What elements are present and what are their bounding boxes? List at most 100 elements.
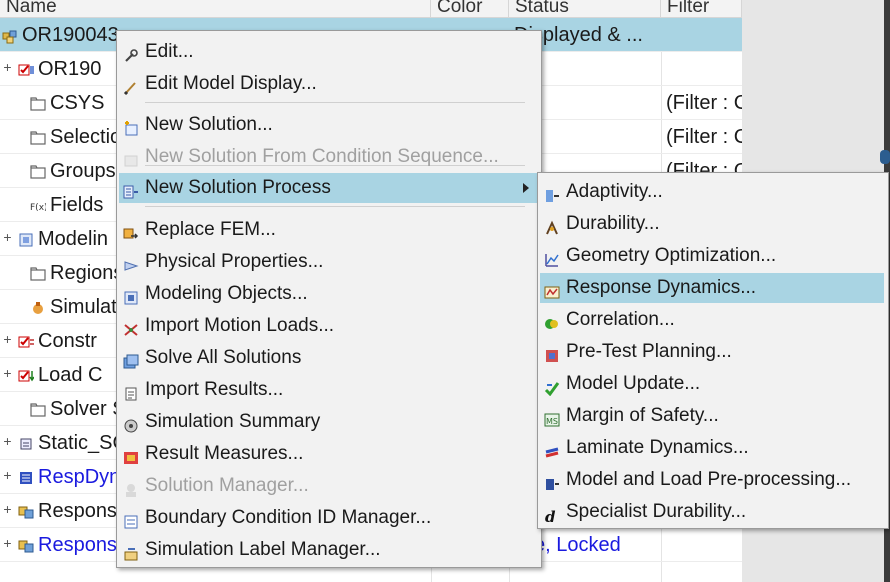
physical-properties-icon xyxy=(123,254,139,271)
menu-item-modeling-objects[interactable]: Modeling Objects... xyxy=(119,279,537,309)
adaptivity-icon xyxy=(544,184,560,202)
folder-icon xyxy=(30,163,46,179)
menu-item-label: New Solution From Condition Sequence... xyxy=(145,146,499,167)
margin-of-safety-icon: MS xyxy=(544,408,560,427)
submenu-item-adaptivity[interactable]: Adaptivity... xyxy=(540,177,884,207)
folder-icon xyxy=(30,129,46,145)
expand-toggle-icon[interactable]: + xyxy=(2,434,13,448)
solve-all-icon xyxy=(123,350,139,369)
respdyn-icon xyxy=(18,469,34,485)
response-icon xyxy=(18,503,34,519)
summary-icon xyxy=(123,414,139,433)
submenu-item-label: Durability... xyxy=(566,213,660,234)
response-dynamics-icon xyxy=(544,280,560,299)
new-solution-process-submenu: Adaptivity... Durability... Geometry Optim… xyxy=(537,172,889,529)
column-header-color-label: Color xyxy=(437,0,483,17)
expand-toggle-icon[interactable]: + xyxy=(2,502,13,516)
menu-item-replace-fem[interactable]: Replace FEM... xyxy=(119,215,537,245)
svg-text:F(x): F(x) xyxy=(30,203,46,213)
menu-item-label: Import Results... xyxy=(145,379,284,400)
submenu-item-label: Specialist Durability... xyxy=(566,501,747,522)
correlation-icon xyxy=(544,312,560,329)
menu-item-label: New Solution... xyxy=(145,114,273,135)
submenu-arrow-icon xyxy=(523,183,529,193)
expand-toggle-icon[interactable]: + xyxy=(2,468,13,482)
simulation-icon xyxy=(30,299,46,315)
column-header-status[interactable]: Status xyxy=(509,0,661,18)
expand-toggle-icon[interactable]: + xyxy=(2,60,13,74)
solution-icon xyxy=(18,435,34,451)
folder-icon xyxy=(30,265,46,281)
submenu-item-model-update[interactable]: Model Update... xyxy=(540,369,884,399)
expand-toggle-icon[interactable]: + xyxy=(2,366,13,380)
solution-manager-icon xyxy=(123,478,139,497)
fields-icon: F(x) xyxy=(30,197,48,213)
fem-checkbox-icon xyxy=(18,61,34,77)
pre-test-planning-icon xyxy=(544,344,560,362)
menu-item-simulation-label-manager[interactable]: Simulation Label Manager... xyxy=(119,535,537,565)
tree-row-name: RespDyn xyxy=(38,466,121,488)
menu-item-new-solution[interactable]: New Solution... xyxy=(119,110,537,140)
submenu-item-specialist-durability[interactable]: d Specialist Durability... xyxy=(540,497,884,527)
submenu-item-label: Model Update... xyxy=(566,373,701,394)
column-header-filter[interactable]: Filter xyxy=(661,0,742,18)
column-header-name-label: Name xyxy=(6,0,57,17)
submenu-item-durability[interactable]: Durability... xyxy=(540,209,884,239)
submenu-item-geometry-optimization[interactable]: Geometry Optimization... xyxy=(540,241,884,271)
submenu-item-laminate-dynamics[interactable]: Laminate Dynamics... xyxy=(540,433,884,463)
menu-item-boundary-condition-id-manager[interactable]: Boundary Condition ID Manager... xyxy=(119,503,537,533)
axis-triad-icon xyxy=(880,150,890,164)
menu-item-solve-all-solutions[interactable]: Solve All Solutions xyxy=(119,343,537,373)
menu-item-edit[interactable]: Edit... xyxy=(119,37,537,67)
wrench-icon xyxy=(123,44,139,62)
submenu-item-pre-test-planning[interactable]: Pre-Test Planning... xyxy=(540,337,884,367)
result-measures-icon xyxy=(123,446,139,464)
menu-item-label: Physical Properties... xyxy=(145,251,324,272)
menu-item-label: Edit... xyxy=(145,41,194,62)
expand-toggle-icon[interactable]: + xyxy=(2,230,13,244)
menu-item-edit-model-display[interactable]: Edit Model Display... xyxy=(119,69,537,99)
column-header-color[interactable]: Color xyxy=(431,0,509,18)
menu-item-label: Boundary Condition ID Manager... xyxy=(145,507,432,528)
submenu-item-model-and-load-pre-processing[interactable]: Model and Load Pre-processing... xyxy=(540,465,884,495)
laminate-dynamics-icon xyxy=(544,440,560,458)
tree-row-name: Constr xyxy=(38,330,97,352)
new-solution-icon xyxy=(123,117,139,136)
submenu-item-label: Margin of Safety... xyxy=(566,405,719,426)
solution-process-icon xyxy=(123,180,139,199)
menu-item-new-solution-from-condition-sequence: New Solution From Condition Sequence... xyxy=(119,142,537,172)
submenu-item-margin-of-safety[interactable]: MS Margin of Safety... xyxy=(540,401,884,431)
tree-row-name: CSYS xyxy=(50,92,105,114)
expand-toggle-icon[interactable]: + xyxy=(2,536,13,550)
svg-text:d: d xyxy=(545,508,556,524)
menu-item-import-motion-loads[interactable]: Import Motion Loads... xyxy=(119,311,537,341)
submenu-item-response-dynamics[interactable]: Response Dynamics... xyxy=(540,273,884,303)
menu-item-import-results[interactable]: Import Results... xyxy=(119,375,537,405)
modeling-objects-icon xyxy=(123,286,139,305)
submenu-item-correlation[interactable]: Correlation... xyxy=(540,305,884,335)
menu-item-result-measures[interactable]: Result Measures... xyxy=(119,439,537,469)
expand-toggle-icon[interactable]: + xyxy=(2,332,13,346)
sim-file-icon xyxy=(2,27,18,44)
menu-item-label: Solution Manager... xyxy=(145,475,309,496)
tree-row-name: Regions xyxy=(50,262,124,284)
tree-row-name: Respons xyxy=(38,534,117,556)
submenu-item-label: Geometry Optimization... xyxy=(566,245,777,266)
menu-item-label: Simulation Summary xyxy=(145,411,321,432)
menu-item-physical-properties[interactable]: Physical Properties... xyxy=(119,247,537,277)
replace-fem-icon xyxy=(123,222,139,239)
menu-item-new-solution-process[interactable]: New Solution Process xyxy=(119,173,537,203)
column-header-name[interactable]: Name xyxy=(0,0,431,18)
condition-sequence-icon xyxy=(123,149,139,167)
submenu-item-label: Model and Load Pre-processing... xyxy=(566,469,852,490)
menu-separator xyxy=(145,102,525,103)
brush-icon xyxy=(123,76,139,96)
tree-row-name: OR190 xyxy=(38,58,102,80)
pre-processing-icon xyxy=(544,472,560,490)
submenu-item-label: Laminate Dynamics... xyxy=(566,437,749,458)
menu-item-simulation-summary[interactable]: Simulation Summary xyxy=(119,407,537,437)
model-update-icon xyxy=(544,376,560,397)
load-icon xyxy=(18,367,35,383)
tree-row-filter: (Filter : C xyxy=(666,126,742,148)
menu-item-label: Edit Model Display... xyxy=(145,73,317,94)
